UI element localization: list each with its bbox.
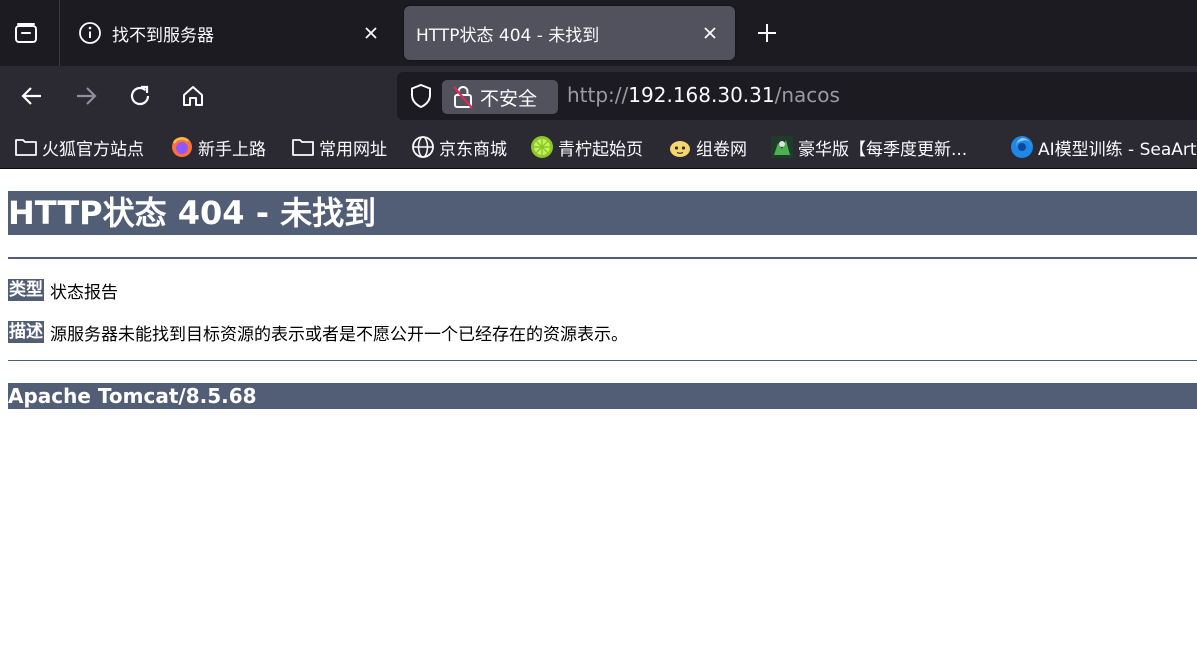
bookmark-seaart[interactable]: AI模型训练 - SeaArt — [1010, 134, 1197, 160]
back-arrow-icon — [21, 87, 41, 105]
bookmark-label: 青柠起始页 — [558, 139, 643, 160]
bookmarks-toolbar: 火狐官方站点 新手上路 常用网址 京东商城 青柠起始页 组卷网 豪华版【每季度更… — [0, 126, 1197, 169]
type-line: 类型 状态报告 — [8, 279, 118, 303]
server-version-footer: Apache Tomcat/8.5.68 — [8, 383, 1197, 409]
type-label: 类型 — [8, 279, 44, 301]
tab-strip: 找不到服务器 HTTP状态 404 - 未找到 — [0, 0, 1197, 66]
back-button[interactable] — [12, 76, 52, 116]
bookmark-firefox-official[interactable]: 火狐官方站点 — [14, 134, 144, 160]
forward-button[interactable] — [66, 76, 106, 116]
folder-icon — [291, 135, 315, 159]
description-label: 描述 — [8, 321, 44, 343]
tab-close-button[interactable] — [699, 22, 721, 44]
insecure-lock-icon — [452, 84, 474, 110]
url-scheme: http:// — [567, 83, 629, 107]
lime-icon — [530, 135, 554, 159]
bookmark-common-sites[interactable]: 常用网址 — [291, 134, 387, 160]
close-icon — [704, 27, 716, 39]
description-value: 源服务器未能找到目标资源的表示或者是不愿公开一个已经存在的资源表示。 — [50, 324, 628, 345]
seaart-icon — [1010, 135, 1034, 159]
reload-icon — [130, 85, 150, 106]
url-path: /nacos — [774, 83, 840, 107]
home-icon — [183, 86, 203, 106]
home-button[interactable] — [173, 76, 213, 116]
tab-title: 找不到服务器 — [112, 25, 214, 46]
bookmark-label: 常用网址 — [319, 139, 387, 160]
tab-http-404[interactable]: HTTP状态 404 - 未找到 — [404, 6, 735, 60]
tab-list-button[interactable] — [6, 13, 46, 53]
bookmark-deluxe-edition[interactable]: 豪华版【每季度更新... — [770, 134, 967, 160]
divider — [8, 360, 1197, 361]
bookmark-label: 组卷网 — [696, 139, 747, 160]
bookmark-label: 豪华版【每季度更新... — [798, 139, 968, 160]
forward-arrow-icon — [77, 87, 97, 105]
tab-close-button[interactable] — [360, 22, 382, 44]
bookmark-label: 火狐官方站点 — [42, 139, 144, 160]
tab-title: HTTP状态 404 - 未找到 — [416, 25, 600, 46]
tab-server-not-found[interactable]: 找不到服务器 — [66, 6, 396, 60]
bookmark-lime-start[interactable]: 青柠起始页 — [530, 134, 643, 160]
info-icon — [79, 22, 101, 44]
bookmark-zujuan[interactable]: 组卷网 — [668, 134, 747, 160]
close-icon — [365, 27, 377, 39]
insecure-label: 不安全 — [480, 87, 538, 110]
url-bar[interactable]: 不安全 http://192.168.30.31/nacos — [397, 72, 1197, 120]
url-host: 192.168.30.31 — [628, 83, 775, 107]
plus-icon — [758, 24, 776, 42]
navigation-toolbar: 不安全 http://192.168.30.31/nacos — [0, 66, 1197, 126]
firefox-icon — [170, 135, 194, 159]
new-tab-button[interactable] — [752, 18, 782, 48]
site-identity-button[interactable]: 不安全 — [442, 80, 558, 114]
face-icon — [668, 135, 692, 159]
error-heading: HTTP状态 404 - 未找到 — [8, 191, 1197, 235]
description-line: 描述 源服务器未能找到目标资源的表示或者是不愿公开一个已经存在的资源表示。 — [8, 321, 628, 345]
bookmark-label: 京东商城 — [439, 139, 507, 160]
bookmark-getting-started[interactable]: 新手上路 — [170, 134, 266, 160]
tab-separator — [59, 0, 60, 66]
shield-icon — [411, 83, 431, 109]
bookmark-label: AI模型训练 - SeaArt — [1038, 139, 1197, 160]
bookmark-jd[interactable]: 京东商城 — [411, 134, 507, 160]
bookmark-label: 新手上路 — [198, 139, 266, 160]
tab-list-icon — [15, 23, 37, 43]
type-value: 状态报告 — [50, 282, 118, 303]
folder-icon — [14, 135, 38, 159]
reload-button[interactable] — [120, 76, 160, 116]
divider — [8, 257, 1197, 259]
url-text[interactable]: http://192.168.30.31/nacos — [567, 83, 840, 107]
game-icon — [770, 135, 794, 159]
tracking-protection-button[interactable] — [407, 82, 435, 110]
globe-icon — [411, 135, 435, 159]
